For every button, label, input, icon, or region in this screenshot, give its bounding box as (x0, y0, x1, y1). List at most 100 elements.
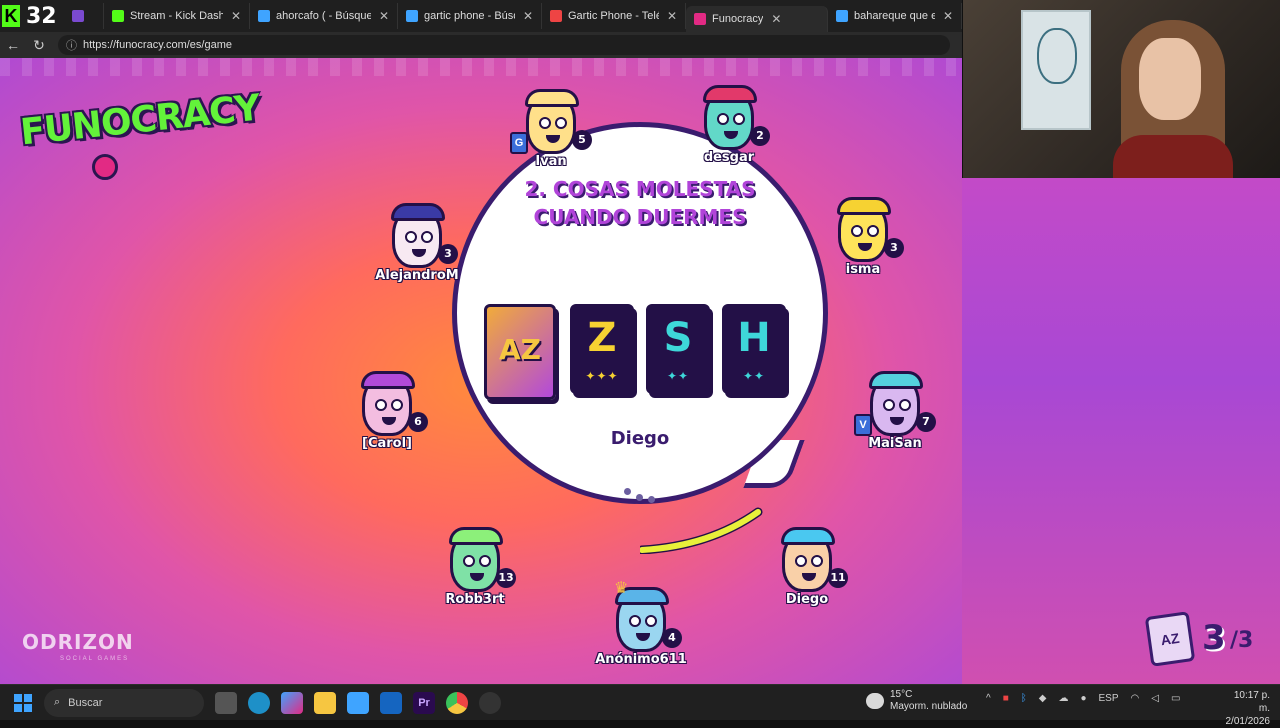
start-button[interactable] (14, 693, 32, 712)
kick-counter-value: 32 (26, 3, 57, 29)
close-tab-icon[interactable]: ✕ (943, 9, 953, 23)
task-view-icon[interactable] (215, 691, 237, 714)
player-score: 4 (662, 628, 682, 648)
player-badge: V (854, 414, 872, 436)
avatar-hair (869, 371, 923, 389)
player-avatar (391, 203, 445, 268)
card-letter: H (737, 315, 771, 361)
player-avatar (615, 587, 669, 652)
weather-widget[interactable]: 15°C Mayorm. nublado (866, 689, 967, 713)
current-answerer: Diego (610, 428, 670, 449)
avatar-eye (479, 555, 491, 567)
crown-icon: ♛ (614, 580, 629, 597)
url-field[interactable]: ⓘ https://funocracy.com/es/game (58, 35, 950, 55)
game-canvas-extension (962, 178, 1280, 684)
wifi-icon[interactable]: ◠ (1131, 693, 1140, 704)
avatar-hair (781, 527, 835, 545)
outlook-icon[interactable] (380, 691, 402, 714)
player-2: 2 desgar (674, 85, 784, 180)
player-name: Robb3rt (445, 592, 505, 607)
card-s: S ✦✦ (646, 304, 710, 394)
bluetooth-icon[interactable]: ᛒ (1021, 693, 1027, 704)
card-stars: ✦✦ (666, 369, 690, 383)
avatar-eye (733, 113, 745, 125)
player-1: G 5 Ivan (496, 89, 606, 184)
onedrive-icon[interactable]: ☁ (1058, 693, 1068, 704)
file-explorer-icon[interactable] (314, 691, 336, 714)
mic-icon[interactable]: ● (1080, 693, 1086, 704)
card-z: Z ✦✦✦ (570, 304, 634, 394)
tab-label: Gartic Phone - Teléfono D (568, 10, 659, 22)
close-tab-icon[interactable]: ✕ (667, 9, 677, 23)
player-avatar (703, 85, 757, 150)
player-name: MaiSan (868, 436, 922, 451)
close-tab-icon[interactable]: ✕ (231, 9, 241, 23)
close-tab-icon[interactable]: ✕ (379, 9, 389, 23)
round-indicator: AZ 3 /3 (1144, 611, 1268, 668)
chevron-up-icon[interactable]: ^ (986, 693, 991, 704)
player-6: V 7 MaiSan (840, 371, 950, 466)
browser-tab[interactable]: Gartic Phone - Teléfono D ✕ (542, 3, 686, 29)
copilot-icon[interactable] (281, 691, 303, 714)
letter-cards: AZ Z ✦✦✦ S ✦✦ H ✦✦ (484, 304, 794, 404)
close-tab-icon[interactable]: ✕ (771, 12, 781, 26)
chrome-icon[interactable] (446, 691, 468, 714)
player-badge: G (510, 132, 528, 154)
search-placeholder: Buscar (68, 696, 103, 709)
browser-tab-bar: K 32 Stream - Kick Dashboard✕ahorcafo ( … (0, 0, 962, 32)
reload-icon[interactable]: ↻ (26, 37, 52, 54)
tab-favicon-icon (258, 10, 270, 22)
player-score: 6 (408, 412, 428, 432)
taskbar-clock[interactable]: 10:17 p. m. 2/01/2026 (1222, 689, 1271, 728)
funocracy-logo: FUNOCRACY (19, 80, 262, 180)
player-4: 3 isma (808, 197, 918, 292)
kick-logo-icon: K (2, 5, 20, 27)
language-indicator[interactable]: ESP (1099, 693, 1119, 704)
player-score: 3 (884, 238, 904, 258)
avatar-eye (539, 117, 551, 129)
browser-tab[interactable]: Funocracy ✕ (686, 6, 828, 32)
round-icon: AZ (1144, 611, 1196, 667)
shield-icon[interactable]: ■ (1003, 693, 1009, 704)
card-h: H ✦✦ (722, 304, 786, 394)
store-icon[interactable] (347, 691, 369, 714)
tab-label: gartic phone - Búsqueda (424, 10, 515, 22)
url-text: https://funocracy.com/es/game (83, 39, 232, 51)
tab-favicon-icon (694, 13, 706, 25)
defender-icon[interactable]: ◆ (1039, 693, 1047, 704)
avatar-eye (375, 399, 387, 411)
avatar-eye (811, 555, 823, 567)
premiere-icon[interactable]: Pr (413, 691, 435, 714)
browser-tab[interactable]: Stream - Kick Dashboard ✕ (104, 3, 250, 29)
browser-tab[interactable]: ahorcafo ( - Búsqueda ✕ (250, 3, 398, 29)
obs-icon[interactable] (479, 691, 501, 714)
back-arrow-icon[interactable]: ← (0, 37, 26, 53)
avatar-mouth (858, 243, 872, 251)
player-3: 3 AlejandroM (362, 203, 472, 298)
wall-poster (1021, 10, 1091, 130)
browser-tab[interactable]: gartic phone - Búsqueda ✕ (398, 3, 542, 29)
player-name: isma (845, 262, 881, 277)
taskbar-search[interactable]: ⌕ Buscar (44, 688, 204, 717)
player-score: 11 (828, 568, 848, 588)
avatar-mouth (890, 417, 904, 425)
clock-time: 10:17 p. m. (1233, 690, 1270, 714)
avatar-mouth (382, 417, 396, 425)
edge-icon[interactable] (248, 691, 270, 714)
player-score: 13 (496, 568, 516, 588)
avatar-eye (717, 113, 729, 125)
close-tab-icon[interactable]: ✕ (523, 9, 533, 23)
volume-icon[interactable]: ◁ (1151, 693, 1159, 704)
site-info-icon[interactable]: ⓘ (66, 37, 77, 53)
avatar-eye (391, 399, 403, 411)
avatar-eye (883, 399, 895, 411)
tab-label: ahorcafo ( - Búsqueda (276, 10, 371, 22)
weather-temp: 15°C (890, 689, 913, 700)
cloud-icon (866, 693, 884, 709)
avatar-hair (391, 203, 445, 221)
odrizon-brand-sub: SOCIAL GAMES (60, 656, 130, 662)
battery-icon[interactable]: ▭ (1171, 693, 1180, 704)
browser-tab[interactable]: bahareque que es - Búsq ✕ (828, 3, 962, 29)
windows-taskbar: ⌕ Buscar Pr 15°C Mayorm. nublado ^ ■ ᛒ ◆… (0, 684, 1280, 727)
browser-tab[interactable] (64, 3, 104, 29)
